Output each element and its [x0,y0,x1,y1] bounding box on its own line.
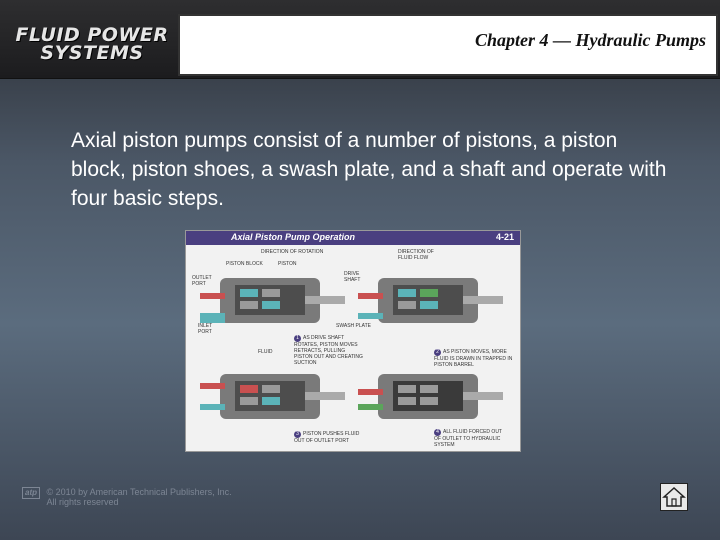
fluid-power-logo: FLUID POWER SYSTEMS [12,26,172,64]
copyright-line1: © 2010 by American Technical Publishers,… [46,487,232,497]
step-caption-1: 1 AS DRIVE SHAFT ROTATES, PISTON MOVES RE… [294,335,364,366]
home-button[interactable] [660,483,688,511]
chapter-title: Chapter 4 — Hydraulic Pumps [474,30,706,50]
label-direction-rotation: DIRECTION OF ROTATION [261,249,324,255]
step-caption-2: 2 AS PISTON MOVES, MORE FLUID IS DRAWN IN… [434,349,514,368]
label-fluid: FLUID [258,349,273,355]
step-number-1: 1 [294,335,301,342]
label-piston-block: PISTON BLOCK [226,261,263,267]
step-text-2: AS PISTON MOVES, MORE FLUID IS DRAWN IN … [434,349,513,368]
label-direction-flow: DIRECTION OF FLUID FLOW [398,249,434,261]
step-text-1: AS DRIVE SHAFT ROTATES, PISTON MOVES RET… [294,335,363,366]
home-icon [662,486,686,507]
atp-logo: atp [22,487,40,499]
step-number-3: 3 [294,431,301,438]
step-text-4: ALL FLUID FORCED OUT OF OUTLET TO HYDRAU… [434,429,502,448]
figure-title: Axial Piston Pump Operation [231,232,356,242]
label-piston: PISTON [278,261,297,267]
label-outlet-port: OUTLET PORT [192,275,212,287]
label-inlet-port: INLET PORT [198,323,213,335]
pump-illustration-step1 [200,278,345,323]
pump-operation-figure: Axial Piston Pump Operation 4-21 DIRECTI… [185,230,521,452]
label-drive-shaft: DRIVE SHAFT [344,271,361,283]
step-number-4: 4 [434,429,441,436]
step-number-2: 2 [434,349,441,356]
chapter-title-box: Chapter 4 — Hydraulic Pumps [178,14,718,76]
step-caption-4: 4 ALL FLUID FORCED OUT OF OUTLET TO HYDRA… [434,429,510,448]
copyright-line2: All rights reserved [46,497,119,507]
figure-number: 4-21 [495,232,514,242]
step-text-3: PISTON PUSHES FLUID OUT OF OUTLET PORT [294,431,360,444]
step-caption-3: 3 PISTON PUSHES FLUID OUT OF OUTLET PORT [294,431,364,444]
pump-illustration-step2 [358,278,503,323]
copyright-notice: atp © 2010 by American Technical Publish… [22,487,232,507]
figure-header: Axial Piston Pump Operation 4-21 [186,231,520,245]
label-swash-plate: SWASH PLATE [336,323,372,329]
header-banner: FLUID POWER SYSTEMS Chapter 4 — Hydrauli… [0,0,720,79]
logo-line2: SYSTEMS [40,42,144,64]
slide-body-text: Axial piston pumps consist of a number o… [71,129,667,210]
